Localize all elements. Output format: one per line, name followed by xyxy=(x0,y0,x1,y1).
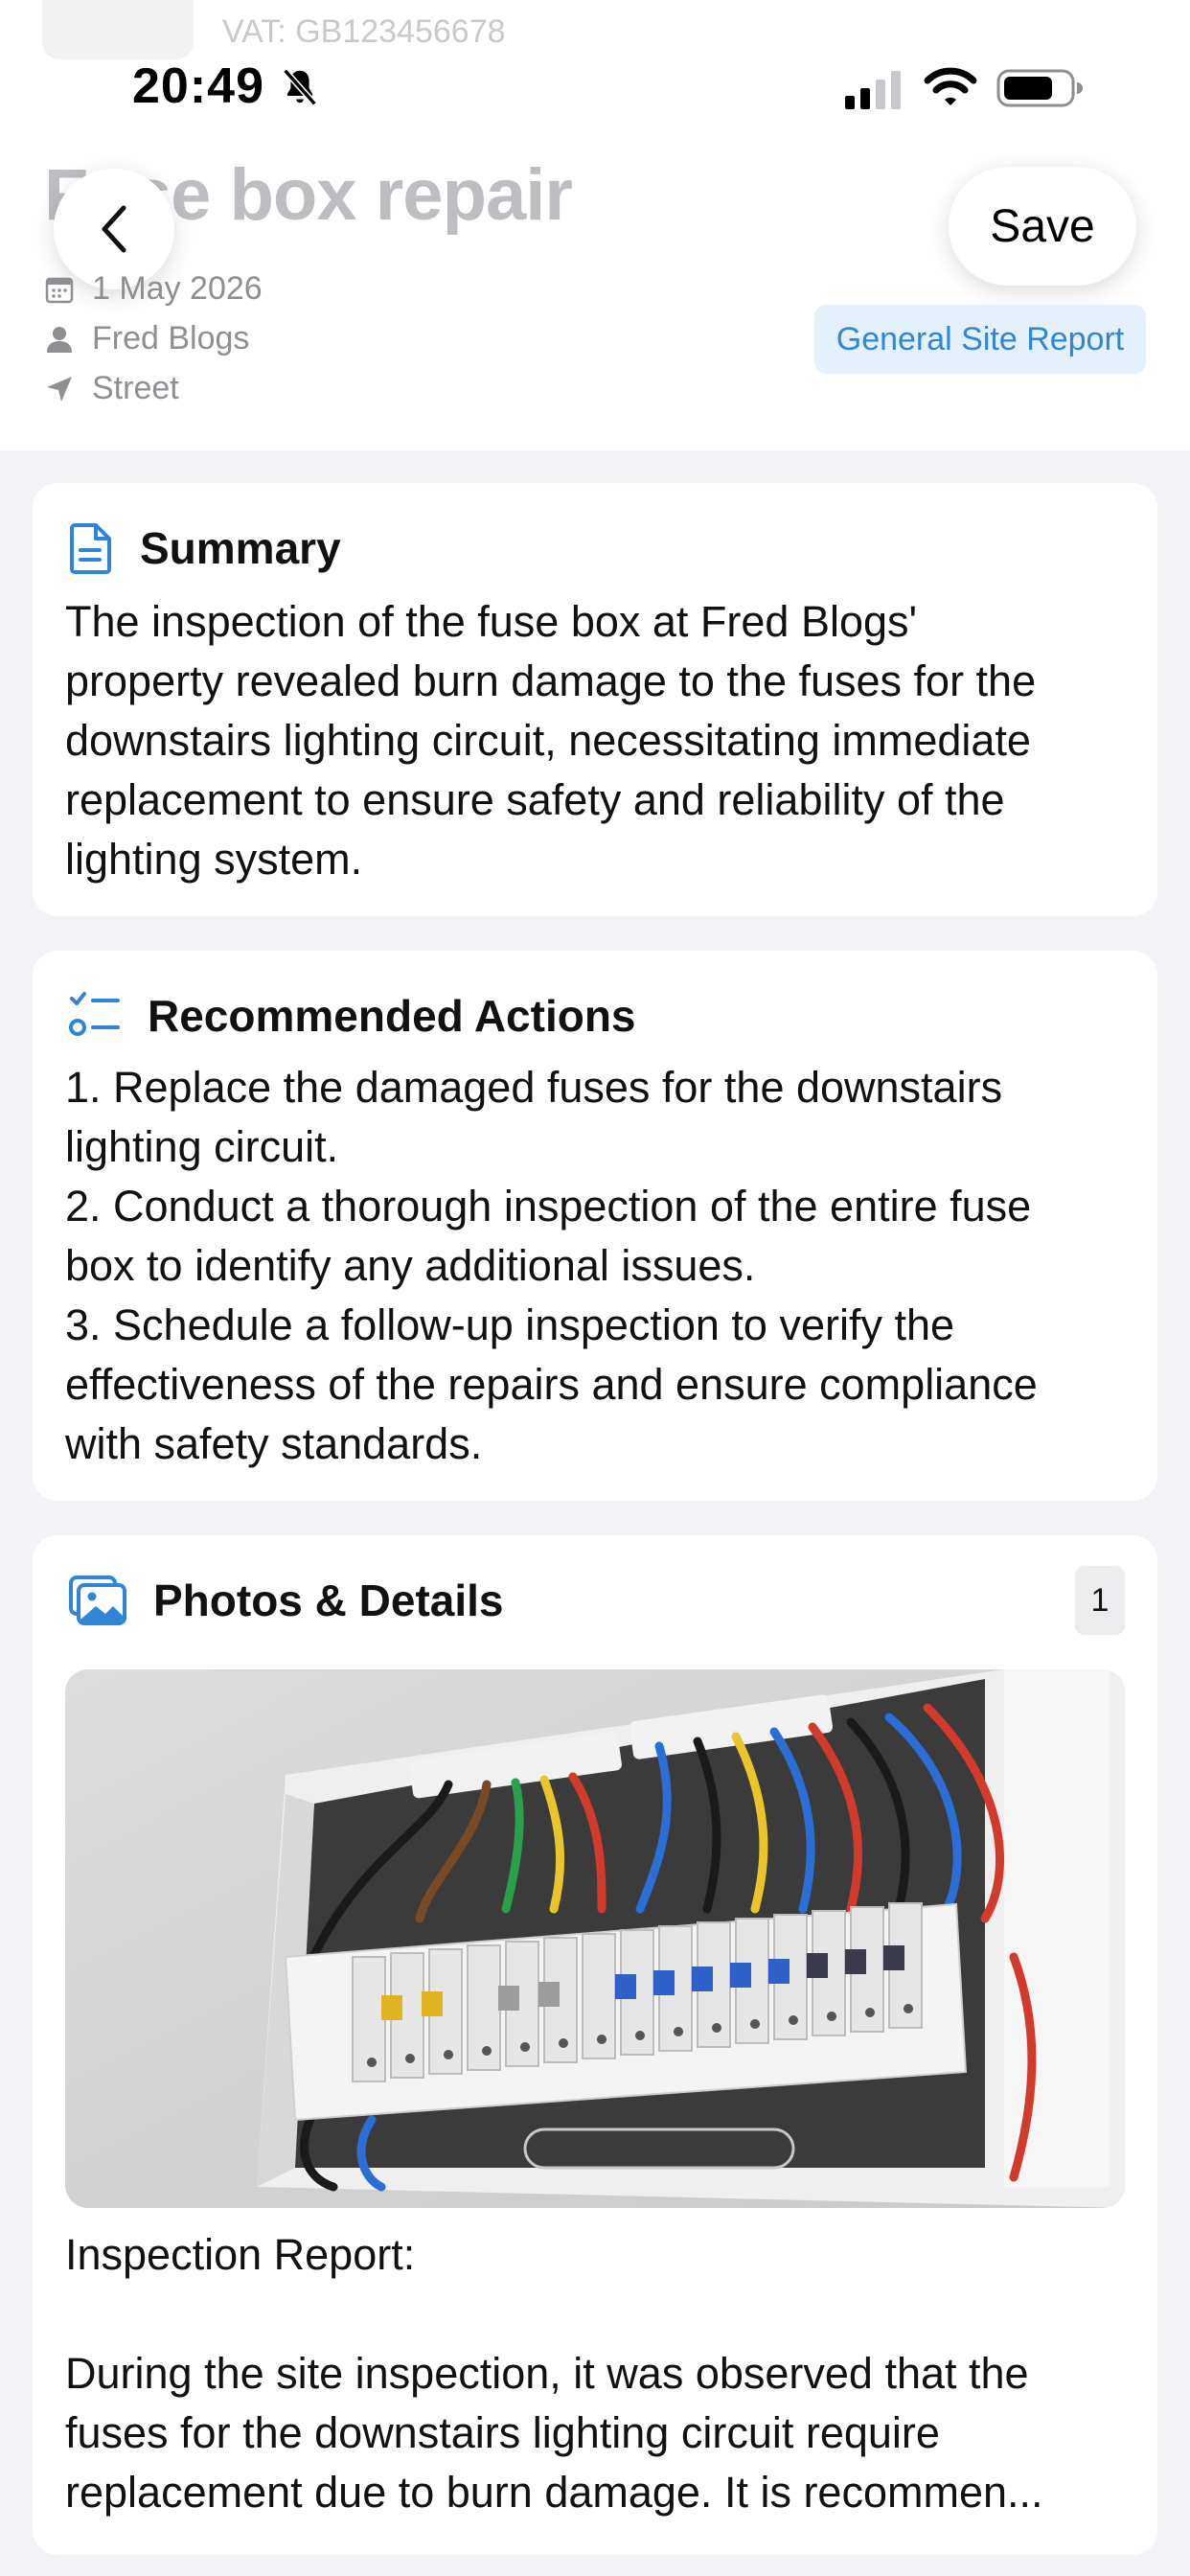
fuse-box-illustration xyxy=(65,1669,1125,2208)
summary-header: Summary xyxy=(67,518,341,579)
report-date: 1 May 2026 xyxy=(92,270,263,307)
report-client-row: Fred Blogs xyxy=(44,320,249,357)
fuse-box-photo[interactable] xyxy=(65,1669,1125,2208)
cellular-signal-icon xyxy=(845,71,901,109)
actions-header: Recommended Actions xyxy=(67,985,636,1046)
status-time: 20:49 xyxy=(132,58,264,114)
photo-count-badge: 1 xyxy=(1075,1566,1125,1635)
photos-heading: Photos & Details xyxy=(153,1576,504,1625)
report-type-badge[interactable]: General Site Report xyxy=(814,305,1146,374)
photos-header: Photos & Details xyxy=(67,1570,504,1631)
photos-icon xyxy=(69,1576,126,1625)
calendar-icon xyxy=(45,277,74,303)
actions-heading: Recommended Actions xyxy=(148,991,636,1041)
photo-caption: Inspection Report: During the site inspe… xyxy=(65,2230,1043,2517)
person-icon xyxy=(47,326,72,353)
document-icon xyxy=(70,523,111,574)
report-client: Fred Blogs xyxy=(92,320,250,356)
report-date-row: 1 May 2026 xyxy=(44,270,263,308)
recommended-actions-card[interactable]: Recommended Actions 1. Replace the damag… xyxy=(33,951,1157,1501)
report-location: Street xyxy=(92,370,179,406)
chevron-left-icon xyxy=(102,205,126,253)
summary-heading: Summary xyxy=(140,523,341,573)
summary-text: The inspection of the fuse box at Fred B… xyxy=(65,597,1037,884)
battery-icon xyxy=(996,69,1083,107)
save-button[interactable]: Save xyxy=(949,167,1136,286)
location-arrow-icon xyxy=(47,376,72,402)
report-location-row: Street xyxy=(44,370,179,407)
summary-card[interactable]: Summary The inspection of the fuse box a… xyxy=(33,483,1157,916)
status-bar: 20:49 xyxy=(0,54,1190,121)
checklist-icon xyxy=(69,992,120,1036)
photos-details-card[interactable]: Photos & Details 1 Inspection Report: Du… xyxy=(33,1535,1157,2555)
actions-text: 1. Replace the damaged fuses for the dow… xyxy=(65,1063,1038,1468)
vat-number: VAT: GB123456678 xyxy=(222,13,506,50)
scrolled-under-header: VAT: GB123456678 xyxy=(42,0,617,61)
wifi-icon xyxy=(924,67,977,105)
report-header: VAT: GB123456678 20:49 Fuse box repair S… xyxy=(0,0,1190,450)
company-logo-thumbnail xyxy=(42,0,194,59)
bell-slash-icon xyxy=(283,68,317,106)
